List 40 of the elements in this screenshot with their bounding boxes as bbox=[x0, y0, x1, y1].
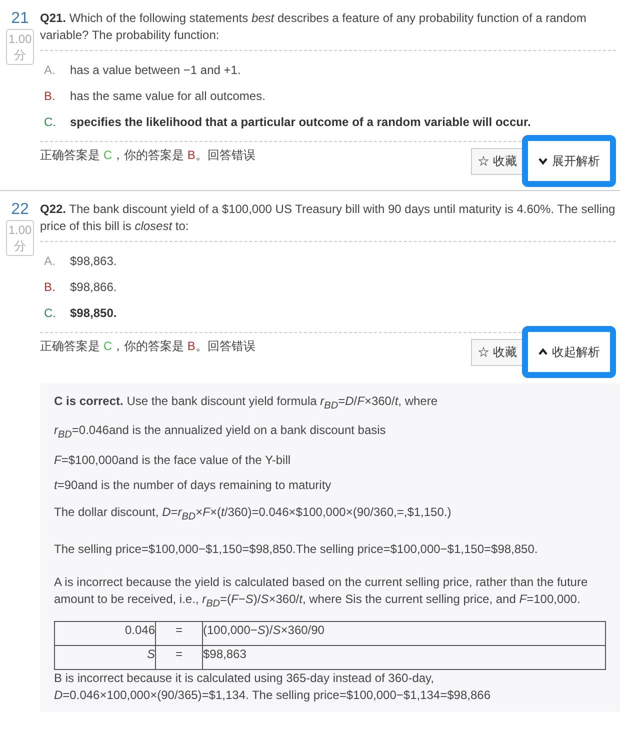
toggle-analysis-button[interactable]: 展开解析 bbox=[522, 135, 616, 187]
explanation-text: t=90and is the number of days remaining to maturity bbox=[54, 476, 332, 494]
toggle-analysis-button[interactable]: 收起解析 bbox=[522, 326, 616, 378]
option-letter: C. bbox=[43, 305, 57, 322]
option-text: $98,850. bbox=[70, 305, 117, 322]
table-cell: = bbox=[156, 621, 202, 646]
explanation-text: The dollar discount, D=r$_{BD}$×F×(t/360)=0.046×$100,000×(90/360,=,$1,150.) bbox=[54, 504, 452, 524]
explanation-text: The selling price=$100,000−$1,150=$98,850.The selling price=$100,000−$1,150=$98,850. bbox=[54, 541, 539, 558]
option-text: has the same value for all outcomes. bbox=[70, 88, 266, 105]
table-cell: 0.046 bbox=[54, 621, 156, 646]
table-cell: (100,000−S)/S×360/90 bbox=[202, 621, 606, 646]
table-cell: $98,863 bbox=[202, 645, 606, 670]
option-letter: C. bbox=[43, 114, 57, 131]
table-cell: = bbox=[156, 645, 202, 670]
answer-result: 正确答案是 C，你的答案是 B。回答错误 bbox=[40, 147, 256, 164]
favorite-button[interactable]: ☆ 收藏 bbox=[470, 148, 524, 174]
option-text: $98,863. bbox=[70, 253, 117, 270]
chevron-down-icon bbox=[538, 157, 548, 165]
question-number: 21 bbox=[11, 10, 29, 28]
score-badge: 1.00 分 bbox=[6, 220, 34, 256]
favorite-button[interactable]: ☆ 收藏 bbox=[470, 338, 524, 366]
answer-result: 正确答案是 C，你的答案是 B。回答错误 bbox=[40, 338, 256, 355]
chevron-up-icon bbox=[538, 348, 548, 356]
option-text: specifies the likelihood that a particular outcome of a random variable will occur. bbox=[70, 114, 531, 131]
explanation-text: A is incorrect because the yield is calculated based on the current selling price, rather than the future amount to be received, i.e., r$_{BD}$=(F−S)/S×360/t, where Sis the current selling price, and F=100,000. bbox=[54, 574, 589, 612]
question-number: 22 bbox=[11, 201, 29, 219]
explanation-text: C is correct. Use the bank discount yield formula r$_{BD}$=D/F×360/t, where bbox=[54, 393, 439, 414]
question-text: Q21. Which of the following statements best describes a feature of any probability function of a random variable? The probability function: bbox=[40, 10, 588, 44]
option-text: $98,866. bbox=[70, 279, 117, 296]
score-badge: 1.00 分 bbox=[6, 29, 34, 65]
explanation-text: B is incorrect because it is calculated using 365-day instead of 360-day, D=0.046×100,000×(90/365)=$1,134. The selling price=$100,000−$1,134=$98,866 bbox=[54, 670, 492, 704]
option-letter: A. bbox=[43, 253, 56, 270]
explanation-text: F=$100,000and is the face value of the Y-bill bbox=[54, 452, 292, 469]
option-letter: B. bbox=[43, 279, 56, 296]
table-cell: S bbox=[54, 645, 156, 670]
explanation-text: r$_{BD}$=0.046and is the annualized yield on a bank discount basis bbox=[54, 422, 387, 443]
question-text: Q22. The bank discount yield of a $100,000 US Treasury bill with 90 days until maturity is 4.60%. The selling price of this bill is closest to: bbox=[40, 201, 616, 235]
option-letter: A. bbox=[43, 62, 56, 79]
option-letter: B. bbox=[43, 88, 56, 105]
option-text: has a value between −1 and +1. bbox=[70, 62, 241, 79]
